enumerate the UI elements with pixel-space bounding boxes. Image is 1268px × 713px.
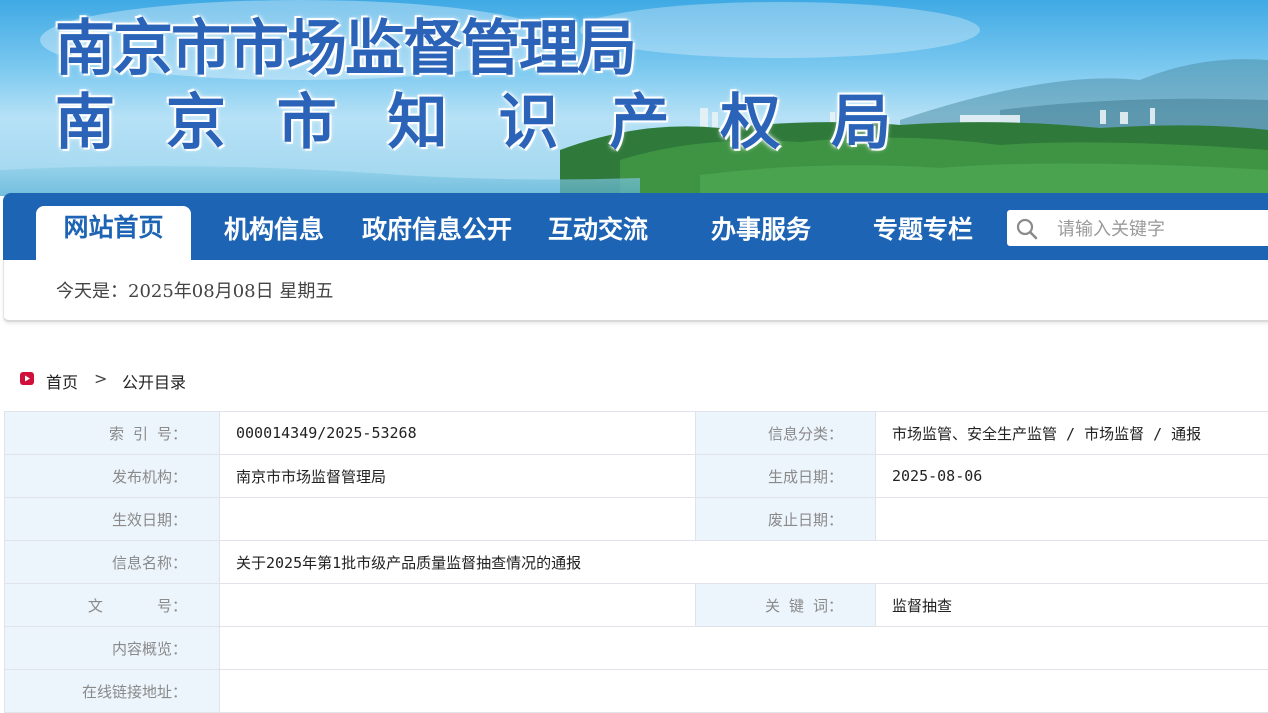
- search-box: [1007, 210, 1268, 246]
- nav-item-interaction[interactable]: 互动交流: [548, 211, 648, 261]
- info-name-value: 关于2025年第1批市级产品质量监督抽查情况的通报: [220, 541, 1268, 584]
- search-input[interactable]: [1055, 214, 1268, 244]
- keywords-label: 关 键 词：: [696, 584, 876, 627]
- breadcrumb-current[interactable]: 公开目录: [122, 369, 186, 393]
- effective-date-value: [220, 498, 696, 541]
- nav-item-gov-info[interactable]: 政府信息公开: [362, 211, 512, 261]
- info-metadata-table: 索 引 号： 000014349/2025-53268 信息分类： 市场监管、安…: [4, 411, 1268, 713]
- banner-title-line1: 南京市市场监督管理局: [55, 18, 635, 80]
- summary-value: [220, 627, 1268, 670]
- table-row: 信息名称： 关于2025年第1批市级产品质量监督抽查情况的通报: [5, 541, 1268, 584]
- index-label: 索 引 号：: [5, 412, 220, 455]
- doc-number-value: [220, 584, 696, 627]
- main-navigation: 网站首页 机构信息 政府信息公开 互动交流 办事服务 专题专栏: [3, 193, 1268, 261]
- table-row: 索 引 号： 000014349/2025-53268 信息分类： 市场监管、安…: [5, 412, 1268, 455]
- table-row: 发布机构： 南京市市场监督管理局 生成日期： 2025-08-06: [5, 455, 1268, 498]
- index-value: 000014349/2025-53268: [220, 412, 696, 455]
- date-bar: 今天是：2025年08月08日 星期五: [3, 260, 1268, 322]
- banner-title-line2: 南 京 市 知 识 产 权 局: [55, 92, 906, 154]
- nav-item-institution[interactable]: 机构信息: [224, 211, 324, 261]
- effective-date-label: 生效日期：: [5, 498, 220, 541]
- created-date-label: 生成日期：: [696, 455, 876, 498]
- expire-date-label: 废止日期：: [696, 498, 876, 541]
- expire-date-value: [876, 498, 1268, 541]
- info-name-label: 信息名称：: [5, 541, 220, 584]
- created-date-value: 2025-08-06: [876, 455, 1268, 498]
- publisher-value: 南京市市场监督管理局: [220, 455, 696, 498]
- today-date-text: 今天是：2025年08月08日 星期五: [56, 277, 333, 303]
- breadcrumb-location-icon: [20, 372, 34, 385]
- breadcrumb-home-link[interactable]: 首页: [46, 369, 78, 393]
- table-row: 内容概览：: [5, 627, 1268, 670]
- doc-number-label: 文 号：: [5, 584, 220, 627]
- publisher-label: 发布机构：: [5, 455, 220, 498]
- online-link-label: 在线链接地址：: [5, 670, 220, 713]
- table-row: 文 号： 关 键 词： 监督抽查: [5, 584, 1268, 627]
- nav-item-topics[interactable]: 专题专栏: [873, 211, 973, 261]
- category-value: 市场监管、安全生产监管 / 市场监督 / 通报: [876, 412, 1268, 455]
- keywords-value: 监督抽查: [876, 584, 1268, 627]
- category-label: 信息分类：: [696, 412, 876, 455]
- table-row: 生效日期： 废止日期：: [5, 498, 1268, 541]
- table-row: 在线链接地址：: [5, 670, 1268, 713]
- header-banner: 南京市市场监督管理局 南 京 市 知 识 产 权 局: [0, 0, 1268, 196]
- nav-item-home[interactable]: 网站首页: [36, 206, 191, 262]
- breadcrumb-separator: >: [94, 369, 107, 388]
- search-icon[interactable]: [1015, 217, 1039, 241]
- online-link-value[interactable]: [220, 670, 1268, 713]
- nav-item-services[interactable]: 办事服务: [711, 211, 811, 261]
- summary-label: 内容概览：: [5, 627, 220, 670]
